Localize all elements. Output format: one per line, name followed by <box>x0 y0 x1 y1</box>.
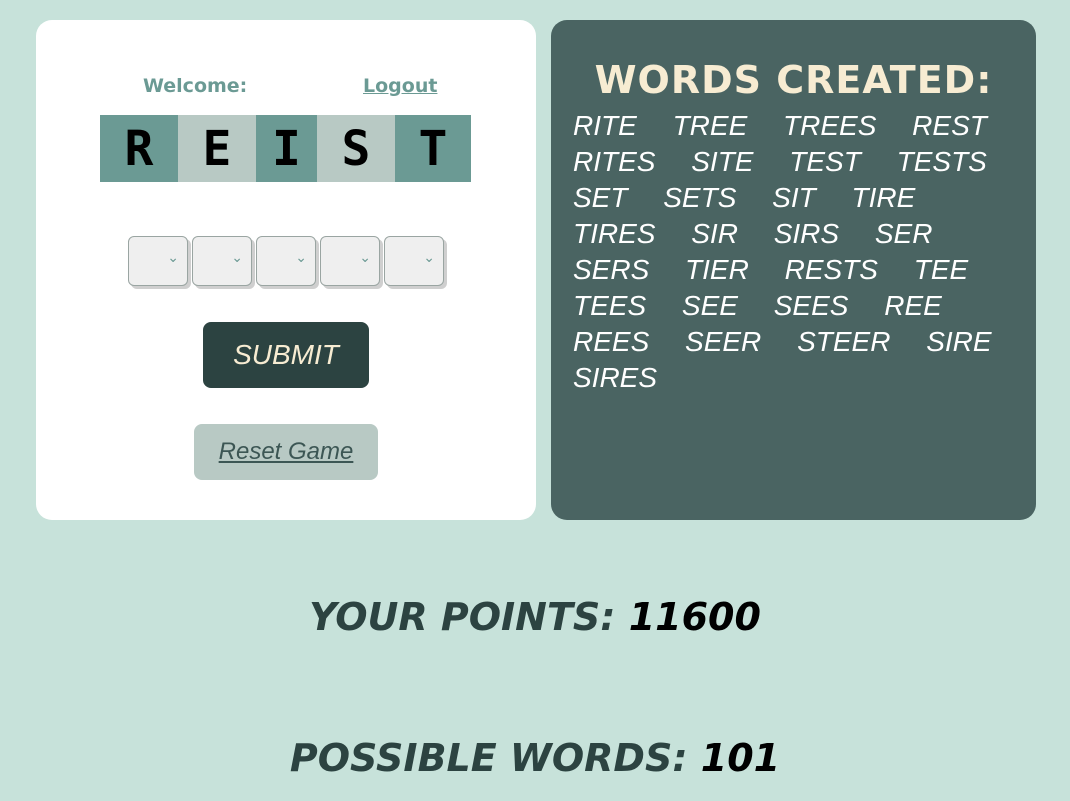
reset-game-button[interactable]: Reset Game <box>194 424 378 480</box>
letter-select-5[interactable]: ⌄ <box>384 236 444 286</box>
created-word: SEER <box>685 326 762 357</box>
created-word: TIER <box>685 254 749 285</box>
created-word: SIT <box>772 182 816 213</box>
created-word: TEST <box>789 146 861 177</box>
created-word: REST <box>912 110 987 141</box>
created-word: TREES <box>783 110 877 141</box>
chevron-down-icon: ⌄ <box>167 250 179 266</box>
points-display: YOUR POINTS: 11600 <box>0 595 1070 639</box>
created-word: SEE <box>681 290 738 321</box>
letter-tile: E <box>178 115 256 182</box>
created-word: REE <box>884 290 942 321</box>
letter-select-4[interactable]: ⌄ <box>320 236 380 286</box>
chevron-down-icon: ⌄ <box>295 250 307 266</box>
created-word: SEES <box>773 290 849 321</box>
letter-tile: R <box>100 115 178 182</box>
created-word: SETS <box>663 182 737 213</box>
words-created-title: WORDS CREATED: <box>594 58 993 102</box>
created-word: SIR <box>691 218 738 249</box>
created-word: TREE <box>672 110 748 141</box>
letter-select-3[interactable]: ⌄ <box>256 236 316 286</box>
chevron-down-icon: ⌄ <box>359 250 371 266</box>
letter-selects: ⌄ ⌄ ⌄ ⌄ ⌄ <box>128 236 444 286</box>
letter-tile: I <box>256 115 317 182</box>
submit-button[interactable]: SUBMIT <box>203 322 369 388</box>
created-word: STEER <box>797 326 891 357</box>
words-created-panel: WORDS CREATED: RITE TREE TREES REST RITE… <box>551 20 1036 520</box>
possible-words-label: POSSIBLE WORDS: <box>289 736 688 780</box>
created-word: TEE <box>913 254 969 285</box>
letter-tile: S <box>317 115 395 182</box>
created-word: SITE <box>691 146 754 177</box>
logout-link[interactable]: Logout <box>363 75 437 97</box>
created-word: TIRES <box>573 218 656 249</box>
created-word: TIRE <box>851 182 916 213</box>
created-word: REES <box>573 326 650 357</box>
created-word: SIRS <box>773 218 840 249</box>
created-word: SIRE <box>926 326 992 357</box>
points-value: 11600 <box>628 595 761 639</box>
created-word: SER <box>874 218 933 249</box>
created-word: SIRES <box>573 362 658 393</box>
created-word: TEES <box>573 290 647 321</box>
words-list: RITE TREE TREES REST RITES SITE TEST TES… <box>573 108 1033 396</box>
welcome-label: Welcome: <box>143 75 248 97</box>
chevron-down-icon: ⌄ <box>423 250 435 266</box>
possible-words-value: 101 <box>700 736 781 780</box>
created-word: RITE <box>573 110 637 141</box>
created-word: SET <box>573 182 628 213</box>
letter-tiles: R E I S T <box>100 115 471 182</box>
points-label: YOUR POINTS: <box>309 595 616 639</box>
letter-select-2[interactable]: ⌄ <box>192 236 252 286</box>
created-word: RESTS <box>784 254 878 285</box>
created-word: TESTS <box>896 146 987 177</box>
letter-select-1[interactable]: ⌄ <box>128 236 188 286</box>
created-word: SERS <box>573 254 650 285</box>
created-word: RITES <box>573 146 656 177</box>
chevron-down-icon: ⌄ <box>231 250 243 266</box>
letter-tile: T <box>395 115 471 182</box>
possible-words-display: POSSIBLE WORDS: 101 <box>0 736 1070 780</box>
game-card: Welcome: Logout R E I S T ⌄ ⌄ ⌄ ⌄ ⌄ SUBM… <box>36 20 536 520</box>
